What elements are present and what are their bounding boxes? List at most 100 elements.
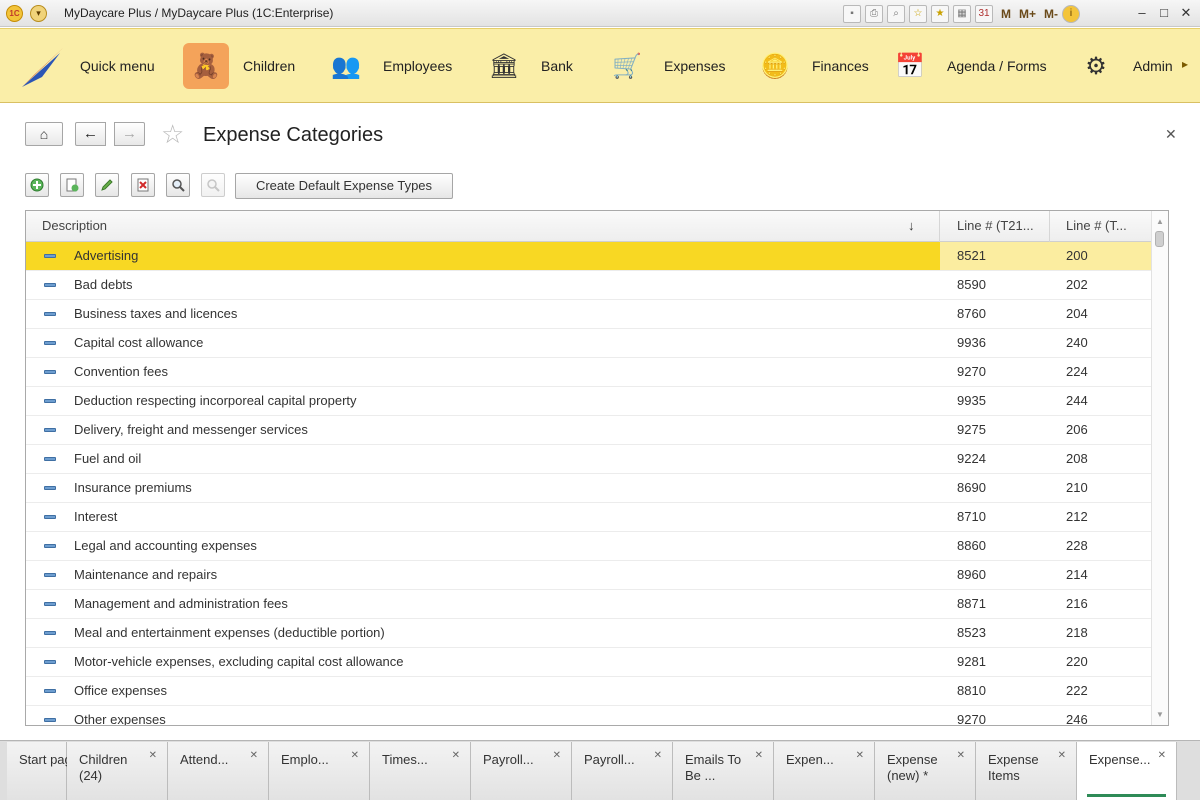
table-row[interactable]: Other expenses 9270 246 xyxy=(26,706,1152,726)
copy-button[interactable] xyxy=(60,173,84,197)
back-button[interactable]: ← xyxy=(75,122,106,146)
favorite-star-icon[interactable]: ☆ xyxy=(161,120,184,148)
section-employees[interactable]: 👥 Employees xyxy=(323,29,452,103)
table-row[interactable]: Advertising 8521 200 xyxy=(26,242,1152,271)
minimize-icon[interactable]: – xyxy=(1133,4,1151,22)
cell-line-t: 210 xyxy=(1066,480,1088,495)
section-quick-menu[interactable]: Quick menu xyxy=(20,29,155,103)
cell-description: Capital cost allowance xyxy=(74,335,204,350)
section-bank[interactable]: 🏛 Bank xyxy=(481,29,573,103)
cell-line-t: 246 xyxy=(1066,712,1088,726)
delete-button[interactable] xyxy=(131,173,155,197)
close-tab-icon[interactable]: ✕ xyxy=(957,748,965,764)
window-tab[interactable]: Emplo... ✕ xyxy=(269,742,370,800)
table-row[interactable]: Business taxes and licences 8760 204 xyxy=(26,300,1152,329)
cell-line-t2125: 8521 xyxy=(940,242,1050,270)
window-tab[interactable]: Expense (new) * ✕ xyxy=(875,742,976,800)
window-tab[interactable]: Expen... ✕ xyxy=(774,742,875,800)
favorites-icon[interactable]: ★ xyxy=(931,4,949,23)
table-row[interactable]: Fuel and oil 9224 208 xyxy=(26,445,1152,474)
save-icon[interactable]: ▪ xyxy=(843,4,861,23)
section-admin[interactable]: ⚙ Admin xyxy=(1073,29,1183,103)
close-tab-icon[interactable]: ✕ xyxy=(856,748,864,764)
cell-description: Motor-vehicle expenses, excluding capita… xyxy=(74,654,404,669)
scroll-up-icon[interactable]: ▲ xyxy=(1156,217,1164,226)
window-tab[interactable]: Payroll... ✕ xyxy=(572,742,673,800)
tab-label: Expense... xyxy=(1089,752,1151,767)
table-row[interactable]: Motor-vehicle expenses, excluding capita… xyxy=(26,648,1152,677)
window-tab[interactable]: Payroll... ✕ xyxy=(471,742,572,800)
scroll-down-icon[interactable]: ▼ xyxy=(1156,710,1164,719)
section-children[interactable]: 🧸 Children xyxy=(183,29,295,103)
vertical-scrollbar[interactable]: ▲ ▼ xyxy=(1151,211,1168,725)
scroll-right-icon[interactable]: ▸ xyxy=(1182,57,1194,75)
cell-line-t: 212 xyxy=(1066,509,1088,524)
close-tab-icon[interactable]: ✕ xyxy=(250,748,258,764)
cell-description: Office expenses xyxy=(74,683,167,698)
window-tab[interactable]: Times... ✕ xyxy=(370,742,471,800)
table-row[interactable]: Office expenses 8810 222 xyxy=(26,677,1152,706)
find-button[interactable] xyxy=(166,173,190,197)
print-icon[interactable]: ⎙ xyxy=(865,4,883,23)
window-tab[interactable]: Children (24) ✕ xyxy=(67,742,168,800)
table-row[interactable]: Meal and entertainment expenses (deducti… xyxy=(26,619,1152,648)
add-favorite-icon[interactable]: ☆ xyxy=(909,4,927,23)
section-agenda-forms[interactable]: 📅 Agenda / Forms xyxy=(887,29,1047,103)
close-form-icon[interactable]: ✕ xyxy=(1165,126,1177,143)
scroll-thumb[interactable] xyxy=(1155,231,1164,247)
table-row[interactable]: Interest 8710 212 xyxy=(26,503,1152,532)
window-tab[interactable]: Expense... ✕ xyxy=(1077,742,1177,800)
close-tab-icon[interactable]: ✕ xyxy=(654,748,662,764)
column-line-t[interactable]: Line # (T... xyxy=(1050,211,1152,242)
1c-logo-icon[interactable]: 1C xyxy=(6,5,23,22)
info-icon[interactable]: i xyxy=(1062,4,1081,23)
cancel-search-button[interactable] xyxy=(201,173,225,197)
close-tab-icon[interactable]: ✕ xyxy=(553,748,561,764)
table-row[interactable]: Capital cost allowance 9936 240 xyxy=(26,329,1152,358)
table-row[interactable]: Delivery, freight and messenger services… xyxy=(26,416,1152,445)
tab-label: Times... xyxy=(382,752,428,767)
forward-button[interactable]: → xyxy=(114,122,145,146)
column-line-t2125[interactable]: Line # (T21... xyxy=(940,211,1050,242)
table-row[interactable]: Maintenance and repairs 8960 214 xyxy=(26,561,1152,590)
cell-description: Deduction respecting incorporeal capital… xyxy=(74,393,357,408)
window-tab[interactable]: Emails To Be ... ✕ xyxy=(673,742,774,800)
table-row[interactable]: Deduction respecting incorporeal capital… xyxy=(26,387,1152,416)
memory-plus-button[interactable]: M+ xyxy=(1019,7,1036,21)
close-tab-icon[interactable]: ✕ xyxy=(452,748,460,764)
create-default-expense-types-button[interactable]: Create Default Expense Types xyxy=(235,173,453,199)
section-finances[interactable]: 🪙 Finances xyxy=(752,29,869,103)
window-tab[interactable]: Expense Items ✕ xyxy=(976,742,1077,800)
cell-description: Delivery, freight and messenger services xyxy=(74,422,308,437)
window-tab[interactable]: Start page xyxy=(7,742,79,800)
close-tab-icon[interactable]: ✕ xyxy=(149,748,157,764)
maximize-icon[interactable]: □ xyxy=(1155,4,1173,22)
close-tab-icon[interactable]: ✕ xyxy=(351,748,359,764)
cell-line-t: 214 xyxy=(1066,567,1088,582)
memory-button[interactable]: M xyxy=(1001,7,1011,21)
table-row[interactable]: Convention fees 9270 224 xyxy=(26,358,1152,387)
calculator-icon[interactable]: ▦ xyxy=(953,4,971,23)
preview-icon[interactable]: ⌕ xyxy=(887,4,905,23)
section-expenses[interactable]: 🛒 Expenses xyxy=(604,29,725,103)
cell-description: Bad debts xyxy=(74,277,133,292)
table-row[interactable]: Bad debts 8590 202 xyxy=(26,271,1152,300)
close-tab-icon[interactable]: ✕ xyxy=(1158,748,1166,764)
close-window-icon[interactable]: ✕ xyxy=(1177,4,1195,22)
close-tab-icon[interactable]: ✕ xyxy=(755,748,763,764)
table-row[interactable]: Legal and accounting expenses 8860 228 xyxy=(26,532,1152,561)
home-button[interactable]: ⌂ xyxy=(25,122,63,146)
edit-button[interactable] xyxy=(95,173,119,197)
window-tab[interactable]: Attend... ✕ xyxy=(168,742,269,800)
main-menu-icon[interactable]: ▾ xyxy=(30,5,47,22)
close-tab-icon[interactable]: ✕ xyxy=(1058,748,1066,764)
cell-line-t2125: 8960 xyxy=(957,567,986,582)
cell-description: Fuel and oil xyxy=(74,451,142,466)
cell-line-t: 218 xyxy=(1066,625,1088,640)
table-row[interactable]: Management and administration fees 8871 21… xyxy=(26,590,1152,619)
column-description[interactable]: Description xyxy=(26,211,940,242)
create-button[interactable] xyxy=(25,173,49,197)
memory-minus-button[interactable]: M- xyxy=(1044,7,1058,21)
table-row[interactable]: Insurance premiums 8690 210 xyxy=(26,474,1152,503)
calendar-icon[interactable]: 31 xyxy=(975,4,993,23)
